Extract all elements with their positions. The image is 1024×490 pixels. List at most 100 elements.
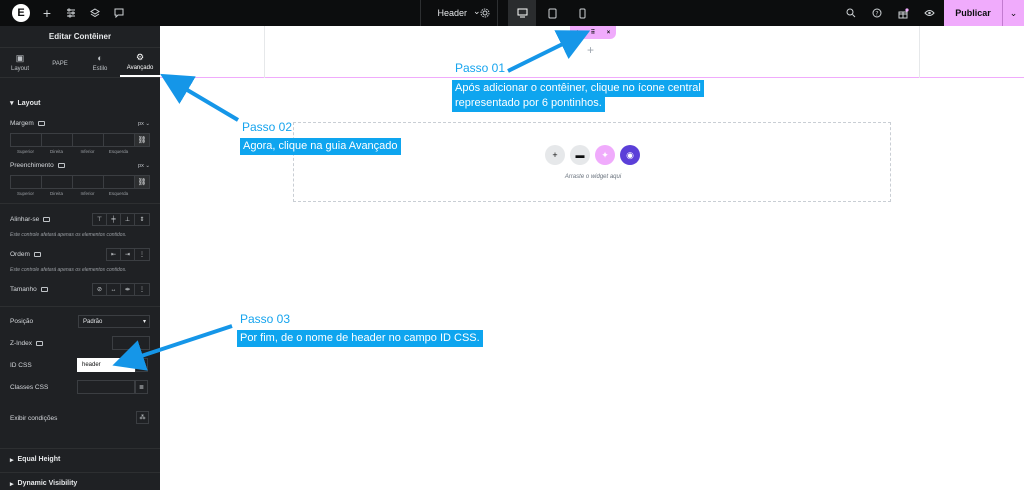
add-container-icon[interactable]: + — [576, 30, 580, 36]
step1-title: Passo 01 — [455, 61, 506, 75]
size-buttons: ⊘ ↔ ⇹ ⋮ — [92, 283, 150, 296]
monitor-icon[interactable] — [36, 341, 44, 346]
unit-select[interactable]: px ⌄ — [138, 121, 150, 127]
section-dynamic-visibility[interactable]: ▸ Dynamic Visibility — [0, 472, 160, 490]
side-label: Superior — [16, 191, 34, 196]
monitor-icon[interactable] — [37, 121, 45, 126]
control-label: Posição — [10, 318, 34, 325]
monitor-icon[interactable] — [40, 287, 48, 292]
publish-button[interactable]: Publicar — [944, 0, 1002, 26]
unit-select[interactable]: px ⌄ — [138, 163, 150, 169]
section-layout-header[interactable]: ▾ Layout — [0, 92, 40, 114]
gear-icon: ⚙ — [135, 51, 145, 62]
mobile-view-icon[interactable] — [568, 0, 596, 26]
margin-right-input[interactable] — [41, 133, 72, 147]
size-grow-icon[interactable]: ↔ — [107, 284, 121, 295]
monitor-icon[interactable] — [57, 163, 65, 168]
search-icon[interactable] — [840, 0, 862, 26]
step3-title: Passo 03 — [240, 312, 291, 326]
tab-pape[interactable]: PAPE — [40, 48, 80, 77]
layers-icon[interactable] — [84, 0, 106, 26]
container-selected[interactable]: + + ⠿ × — [160, 26, 1024, 78]
step2-title: Passo 02 — [242, 120, 293, 134]
tab-label: PAPE — [52, 61, 68, 67]
dynamic-tags-icon[interactable]: ≣ — [135, 358, 148, 372]
delete-close-icon[interactable]: × — [607, 30, 611, 36]
caret-down-icon: ▾ — [142, 319, 146, 325]
align-start-icon[interactable]: ⊤ — [93, 214, 107, 225]
monitor-icon[interactable] — [43, 217, 51, 222]
layout-icon: ▣ — [15, 52, 25, 63]
essential-addons-icon[interactable]: ◉ — [620, 145, 640, 165]
size-shrink-icon[interactable]: ⇹ — [121, 284, 135, 295]
z-index-input[interactable] — [112, 336, 150, 350]
section-title: Dynamic Visibility — [17, 480, 78, 487]
tablet-view-icon[interactable] — [538, 0, 566, 26]
panel-tabs: ▣ Layout PAPE ◐ Estilo ⚙ Avançado — [0, 48, 160, 78]
margin-control: Margem px ⌄ — [10, 120, 150, 127]
padding-inputs: ⛓ — [10, 175, 150, 189]
css-classes-input[interactable] — [77, 380, 135, 394]
caret-right-icon: ▸ — [10, 480, 14, 488]
control-label: Z-Index — [10, 340, 33, 347]
divider — [0, 306, 160, 307]
template-folder-icon[interactable]: ▬ — [570, 145, 590, 165]
drag-six-dots-icon[interactable]: ⠿ — [591, 29, 595, 36]
publish-options-chevron-icon[interactable]: ⌄ — [1002, 0, 1024, 26]
side-label: Inferior — [80, 149, 95, 154]
add-element-icon[interactable]: + — [36, 0, 58, 26]
step3-text: Por fim, de o nome de header no campo ID… — [237, 330, 483, 347]
monitor-icon[interactable] — [33, 252, 41, 257]
ai-sparkle-icon[interactable]: ✦ — [595, 145, 615, 165]
padding-bottom-input[interactable] — [72, 175, 103, 189]
container-handle[interactable]: + ⠿ × — [570, 26, 616, 39]
whats-new-gift-icon[interactable] — [892, 0, 914, 26]
editor-panel: Editar Contêiner ▣ Layout PAPE ◐ Estilo … — [0, 26, 160, 490]
padding-top-input[interactable] — [10, 175, 41, 189]
desktop-view-icon[interactable] — [508, 0, 536, 26]
settings-sliders-icon[interactable] — [60, 0, 82, 26]
order-last-icon[interactable]: ⇥ — [121, 249, 135, 260]
align-self-note: Este controle afetará apenas os elemento… — [10, 232, 127, 238]
more-options-icon[interactable]: ⋮ — [135, 284, 149, 295]
display-conditions-control: Exibir condições — [10, 415, 150, 422]
link-values-icon[interactable]: ⛓ — [134, 175, 150, 189]
dropzone-hint: Arraste o widget aqui — [564, 174, 622, 180]
control-label: Preenchimento — [10, 162, 54, 169]
tab-style[interactable]: ◐ Estilo — [80, 48, 120, 77]
section-title: Equal Height — [17, 456, 61, 463]
position-select[interactable]: Padrão ▾ — [78, 315, 150, 328]
tab-advanced[interactable]: ⚙ Avançado — [120, 48, 160, 77]
widget-dropzone[interactable]: + ▬ ✦ ◉ Arraste o widget aqui — [293, 122, 891, 202]
more-options-icon[interactable]: ⋮ — [135, 249, 149, 260]
add-section-plus-icon[interactable]: + — [545, 145, 565, 165]
add-element-plus-icon[interactable]: + — [587, 43, 594, 57]
css-id-input[interactable]: header — [77, 358, 135, 372]
preview-eye-icon[interactable] — [918, 0, 940, 26]
page-settings-gear-icon[interactable] — [474, 0, 496, 26]
margin-bottom-input[interactable] — [72, 133, 103, 147]
link-values-icon[interactable]: ⛓ — [134, 133, 150, 147]
elementor-logo-icon[interactable]: E — [12, 4, 30, 22]
margin-left-input[interactable] — [103, 133, 134, 147]
align-stretch-icon[interactable]: ⇕ — [135, 214, 149, 225]
padding-right-input[interactable] — [41, 175, 72, 189]
comments-icon[interactable] — [108, 0, 130, 26]
dynamic-tags-icon[interactable]: ≣ — [135, 380, 148, 394]
margin-top-input[interactable] — [10, 133, 41, 147]
padding-control: Preenchimento px ⌄ — [10, 162, 150, 169]
section-equal-height[interactable]: ▸ Equal Height — [0, 448, 160, 470]
conditions-network-icon[interactable]: ⁂ — [136, 411, 149, 424]
caret-down-icon: ▾ — [10, 100, 14, 107]
order-first-icon[interactable]: ⇤ — [107, 249, 121, 260]
column-guide — [264, 26, 265, 78]
control-label: Ordem — [10, 251, 30, 258]
size-none-icon[interactable]: ⊘ — [93, 284, 107, 295]
help-icon[interactable]: ? — [866, 0, 888, 26]
align-center-icon[interactable]: ╪ — [107, 214, 121, 225]
order-note: Este controle afetará apenas os elemento… — [10, 267, 127, 273]
padding-left-input[interactable] — [103, 175, 134, 189]
svg-text:?: ? — [875, 11, 878, 18]
tab-layout[interactable]: ▣ Layout — [0, 48, 40, 77]
align-end-icon[interactable]: ⊥ — [121, 214, 135, 225]
